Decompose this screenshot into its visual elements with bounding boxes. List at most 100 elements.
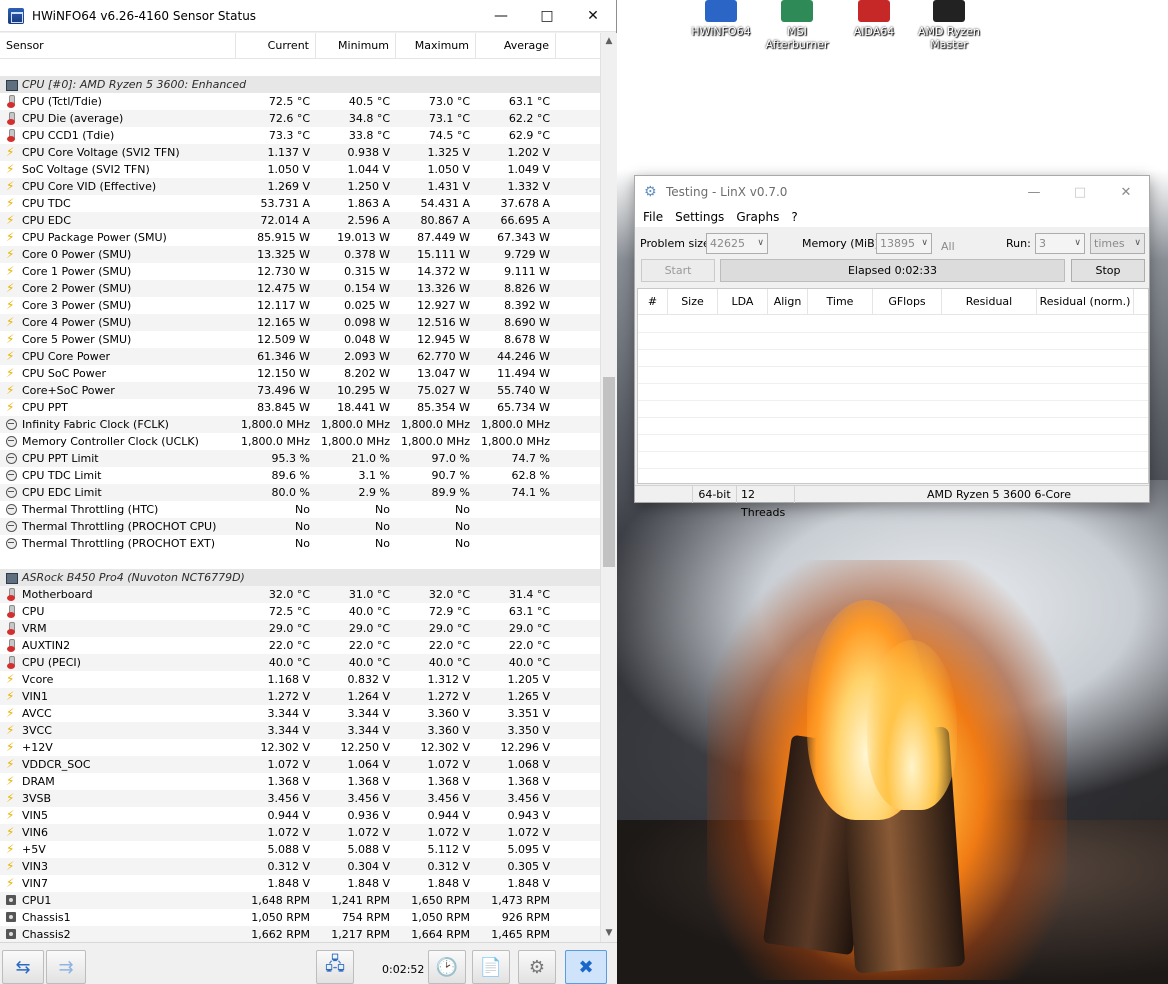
sensor-row[interactable]: Core+SoC Power 73.496 W 10.295 W 75.027 W 55… [0, 382, 600, 399]
sensor-row[interactable]: SoC Voltage (SVI2 TFN) 1.050 V 1.044 V 1.05… [0, 161, 600, 178]
column-header-average[interactable]: Average [476, 33, 556, 59]
minimize-icon[interactable]: — [478, 0, 524, 32]
menu-help[interactable]: ? [785, 208, 803, 227]
column-header-current[interactable]: Current [236, 33, 316, 59]
sensor-row[interactable]: Infinity Fabric Clock (FCLK) 1,800.0 MHz 1… [0, 416, 600, 433]
sensor-row[interactable]: +5V 5.088 V 5.088 V 5.112 V 5.095 V [0, 841, 600, 858]
hwinfo-titlebar[interactable]: HWiNFO64 v6.26-4160 Sensor Status — □ ✕ [0, 0, 616, 32]
logging-button[interactable]: 📄 [472, 950, 510, 984]
sensor-group-header[interactable]: CPU [#0]: AMD Ryzen 5 3600: Enhanced [0, 76, 600, 93]
column-header-residual[interactable]: Residual [942, 289, 1037, 315]
menu-settings[interactable]: Settings [669, 208, 730, 227]
desktop-icon-hwinfo64[interactable]: HWiNFO64 [686, 0, 756, 38]
sensor-row[interactable]: CPU SoC Power 12.150 W 8.202 W 13.047 W 11.4… [0, 365, 600, 382]
sensor-row[interactable]: CPU CCD1 (Tdie) 73.3 °C 33.8 °C 74.5 °C 62.9… [0, 127, 600, 144]
sensor-row[interactable]: Chassis2 1,662 RPM 1,217 RPM 1,664 RPM 1,465… [0, 926, 600, 942]
sensor-row[interactable]: +12V 12.302 V 12.250 V 12.302 V 12.296 V [0, 739, 600, 756]
menu-graphs[interactable]: Graphs [730, 208, 785, 227]
settings-button[interactable]: ⚙ [518, 950, 556, 984]
sensor-row[interactable]: VIN3 0.312 V 0.304 V 0.312 V 0.305 V [0, 858, 600, 875]
sensor-row[interactable]: CPU 72.5 °C 40.0 °C 72.9 °C 63.1 °C [0, 603, 600, 620]
sensor-row[interactable]: Vcore 1.168 V 0.832 V 1.312 V 1.205 V [0, 671, 600, 688]
sensor-group-header[interactable]: ASRock B450 Pro4 (Nuvoton NCT6779D) [0, 569, 600, 586]
column-header-number[interactable]: # [638, 289, 668, 315]
column-header-residual-norm[interactable]: Residual (norm.) [1037, 289, 1134, 315]
scrollbar-thumb[interactable] [603, 377, 615, 567]
sensor-row[interactable]: Thermal Throttling (HTC) No No No [0, 501, 600, 518]
sensor-row[interactable]: CPU Package Power (SMU) 85.915 W 19.013 W 8… [0, 229, 600, 246]
sensor-row[interactable]: VDDCR_SOC 1.072 V 1.064 V 1.072 V 1.068 V [0, 756, 600, 773]
sensor-row[interactable]: DRAM 1.368 V 1.368 V 1.368 V 1.368 V [0, 773, 600, 790]
sensor-row[interactable]: Core 2 Power (SMU) 12.475 W 0.154 W 13.326 … [0, 280, 600, 297]
sensor-row[interactable]: Thermal Throttling (PROCHOT CPU) No No No [0, 518, 600, 535]
column-header-sensor[interactable]: Sensor [0, 33, 236, 59]
layout-toggle-button[interactable]: ⇉ [46, 950, 86, 984]
column-header-minimum[interactable]: Minimum [316, 33, 396, 59]
problem-size-combo[interactable]: 42625 ∨ [706, 233, 768, 254]
sensor-row[interactable]: VRM 29.0 °C 29.0 °C 29.0 °C 29.0 °C [0, 620, 600, 637]
sensor-row[interactable]: Core 5 Power (SMU) 12.509 W 0.048 W 12.945 … [0, 331, 600, 348]
sensor-row[interactable]: Memory Controller Clock (UCLK) 1,800.0 MH… [0, 433, 600, 450]
maximize-icon[interactable]: □ [1057, 176, 1103, 208]
sensor-row[interactable]: VIN1 1.272 V 1.264 V 1.272 V 1.265 V [0, 688, 600, 705]
sensor-row[interactable]: VIN6 1.072 V 1.072 V 1.072 V 1.072 V [0, 824, 600, 841]
column-header-align[interactable]: Align [768, 289, 808, 315]
sensor-row[interactable]: Chassis1 1,050 RPM 754 RPM 1,050 RPM 926 RPM [0, 909, 600, 926]
sensor-row[interactable]: CPU Core Power 61.346 W 2.093 W 62.770 W 44.… [0, 348, 600, 365]
desktop-icon-amd-ryzen-master[interactable]: AMD Ryzen Master [914, 0, 984, 51]
memory-all-button[interactable]: All [941, 240, 955, 253]
sensor-row[interactable]: VIN5 0.944 V 0.936 V 0.944 V 0.943 V [0, 807, 600, 824]
column-header-size[interactable]: Size [668, 289, 718, 315]
status-blank [635, 486, 693, 503]
sensor-row[interactable]: CPU PPT 83.845 W 18.441 W 85.354 W 65.734 W [0, 399, 600, 416]
sensor-list[interactable]: CPU [#0]: AMD Ryzen 5 3600: Enhanced CPU … [0, 59, 600, 942]
results-table-body[interactable] [638, 316, 1148, 484]
linx-titlebar[interactable]: ⚙ Testing - LinX v0.7.0 — □ ✕ [635, 176, 1149, 208]
scroll-up-icon[interactable]: ▲ [601, 33, 617, 50]
minimize-icon[interactable]: — [1011, 176, 1057, 208]
sensor-row[interactable]: CPU (PECI) 40.0 °C 40.0 °C 40.0 °C 40.0 °C [0, 654, 600, 671]
sensor-list-scrollbar[interactable]: ▲ ▼ [600, 33, 617, 942]
run-unit-combo[interactable]: times ∨ [1090, 233, 1145, 254]
start-button[interactable]: Start [641, 259, 715, 282]
sensor-row[interactable]: AVCC 3.344 V 3.344 V 3.360 V 3.351 V [0, 705, 600, 722]
column-header-time[interactable]: Time [808, 289, 873, 315]
close-icon[interactable]: ✕ [1103, 176, 1149, 208]
sensor-row[interactable]: Core 4 Power (SMU) 12.165 W 0.098 W 12.516 … [0, 314, 600, 331]
stop-button[interactable]: Stop [1071, 259, 1145, 282]
column-header-gflops[interactable]: GFlops [873, 289, 942, 315]
sensor-row[interactable]: CPU Core Voltage (SVI2 TFN) 1.137 V 0.938 … [0, 144, 600, 161]
maximize-icon[interactable]: □ [524, 0, 570, 32]
sensor-row[interactable]: Motherboard 32.0 °C 31.0 °C 32.0 °C 31.4 °C [0, 586, 600, 603]
sensor-row[interactable]: AUXTIN2 22.0 °C 22.0 °C 22.0 °C 22.0 °C [0, 637, 600, 654]
sensor-row[interactable]: CPU1 1,648 RPM 1,241 RPM 1,650 RPM 1,473 RPM [0, 892, 600, 909]
sensor-row[interactable]: VIN7 1.848 V 1.848 V 1.848 V 1.848 V [0, 875, 600, 892]
desktop-icon-aida64[interactable]: AIDA64 [839, 0, 909, 38]
sensor-row[interactable]: 3VSB 3.456 V 3.456 V 3.456 V 3.456 V [0, 790, 600, 807]
sensor-row[interactable]: Core 3 Power (SMU) 12.117 W 0.025 W 12.927 … [0, 297, 600, 314]
close-sensors-button[interactable]: ✖ [565, 950, 607, 984]
expand-collapse-button[interactable]: ⇆ [2, 950, 44, 984]
sensor-row[interactable]: CPU TDC 53.731 A 1.863 A 54.431 A 37.678 A [0, 195, 600, 212]
network-button[interactable]: 🖧 [316, 950, 354, 984]
column-header-lda[interactable]: LDA [718, 289, 768, 315]
scroll-down-icon[interactable]: ▼ [601, 925, 617, 942]
reset-clock-button[interactable]: 🕑 [428, 950, 466, 984]
sensor-row[interactable]: CPU Core VID (Effective) 1.269 V 1.250 V 1.… [0, 178, 600, 195]
sensor-row[interactable]: Core 0 Power (SMU) 13.325 W 0.378 W 15.111 … [0, 246, 600, 263]
desktop-icon-msi-afterburner[interactable]: MSI Afterburner [762, 0, 832, 51]
sensor-row[interactable]: CPU EDC Limit 80.0 % 2.9 % 89.9 % 74.1 % [0, 484, 600, 501]
memory-combo[interactable]: 13895 ∨ [876, 233, 932, 254]
column-header-maximum[interactable]: Maximum [396, 33, 476, 59]
menu-file[interactable]: File [637, 208, 669, 227]
sensor-row[interactable]: CPU EDC 72.014 A 2.596 A 80.867 A 66.695 A [0, 212, 600, 229]
close-icon[interactable]: ✕ [570, 0, 616, 32]
run-count-combo[interactable]: 3 ∨ [1035, 233, 1085, 254]
sensor-row[interactable]: CPU TDC Limit 89.6 % 3.1 % 90.7 % 62.8 % [0, 467, 600, 484]
sensor-row[interactable]: 3VCC 3.344 V 3.344 V 3.360 V 3.350 V [0, 722, 600, 739]
sensor-row[interactable]: CPU (Tctl/Tdie) 72.5 °C 40.5 °C 73.0 °C 63.1… [0, 93, 600, 110]
sensor-row[interactable]: CPU PPT Limit 95.3 % 21.0 % 97.0 % 74.7 % [0, 450, 600, 467]
sensor-row[interactable]: CPU Die (average) 72.6 °C 34.8 °C 73.1 °C 62… [0, 110, 600, 127]
sensor-row[interactable]: Thermal Throttling (PROCHOT EXT) No No No [0, 535, 600, 552]
sensor-row[interactable]: Core 1 Power (SMU) 12.730 W 0.315 W 14.372 … [0, 263, 600, 280]
